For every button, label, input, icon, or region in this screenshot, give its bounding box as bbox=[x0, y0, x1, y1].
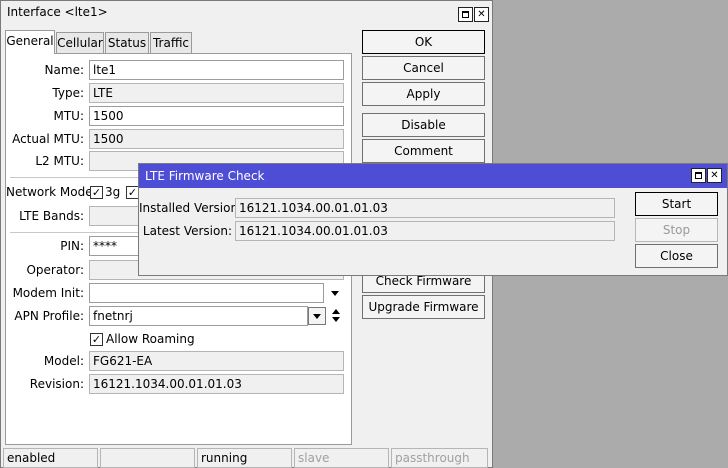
checkbox-check-icon: ✓ bbox=[127, 186, 138, 199]
operator-label: Operator: bbox=[26, 263, 84, 277]
allow-roaming-label: Allow Roaming bbox=[106, 332, 195, 346]
model-field: FG621-EA bbox=[89, 351, 344, 371]
dialog-title: LTE Firmware Check bbox=[145, 169, 265, 183]
checkbox-check-icon: ✓ bbox=[91, 333, 102, 346]
latest-version-field: 16121.1034.00.01.01.03 bbox=[235, 221, 615, 241]
network-mode-label: Network Mode: bbox=[6, 185, 97, 199]
installed-version-field: 16121.1034.00.01.01.03 bbox=[235, 198, 615, 218]
latest-version-label: Latest Version: bbox=[142, 224, 232, 238]
disable-button[interactable]: Disable bbox=[362, 113, 485, 137]
tab-cellular[interactable]: Cellular bbox=[56, 32, 104, 54]
apn-profile-select[interactable]: fnetnrj bbox=[89, 306, 308, 326]
apply-button[interactable]: Apply bbox=[362, 82, 485, 106]
interface-window-titlebar[interactable]: Interface <lte1> ✕ bbox=[1, 1, 492, 23]
tab-general[interactable]: General bbox=[5, 30, 55, 54]
status-slave: slave bbox=[294, 448, 389, 468]
stop-button[interactable]: Stop bbox=[635, 218, 718, 242]
restore-icon[interactable] bbox=[691, 168, 706, 183]
tab-status[interactable]: Status bbox=[105, 32, 149, 54]
name-input[interactable]: lte1 bbox=[89, 60, 344, 80]
name-label: Name: bbox=[44, 63, 84, 77]
tab-traffic[interactable]: Traffic bbox=[150, 32, 192, 54]
status-empty bbox=[100, 448, 195, 468]
lte-bands-label: LTE Bands: bbox=[19, 209, 84, 223]
close-button[interactable]: Close bbox=[635, 244, 718, 268]
status-enabled: enabled bbox=[3, 448, 98, 468]
type-label: Type: bbox=[52, 86, 84, 100]
revision-label: Revision: bbox=[29, 377, 84, 391]
close-icon[interactable]: ✕ bbox=[707, 168, 722, 183]
modem-init-input[interactable] bbox=[89, 283, 324, 303]
checkbox-check-icon: ✓ bbox=[91, 186, 102, 199]
apn-dropdown-button[interactable] bbox=[308, 307, 326, 325]
mtu-input[interactable]: 1500 bbox=[89, 106, 344, 126]
status-running: running bbox=[197, 448, 292, 468]
actual-mtu-field: 1500 bbox=[89, 129, 344, 149]
dialog-titlebar[interactable]: LTE Firmware Check ✕ bbox=[139, 164, 727, 188]
up-arrow-icon bbox=[332, 309, 340, 314]
window-title: Interface <lte1> bbox=[7, 5, 108, 19]
revision-field: 16121.1034.00.01.01.03 bbox=[89, 374, 344, 394]
installed-version-label: Installed Version: bbox=[139, 201, 243, 215]
allow-roaming-checkbox[interactable]: ✓ bbox=[90, 333, 103, 346]
start-button[interactable]: Start bbox=[635, 192, 718, 216]
actual-mtu-label: Actual MTU: bbox=[12, 132, 84, 146]
ok-button[interactable]: OK bbox=[362, 30, 485, 54]
firmware-check-dialog: LTE Firmware Check ✕ Installed Version: … bbox=[138, 163, 728, 276]
comment-button[interactable]: Comment bbox=[362, 139, 485, 163]
network-mode-3g-checkbox[interactable]: ✓ bbox=[90, 186, 103, 199]
restore-icon[interactable] bbox=[458, 7, 473, 22]
dropdown-arrow-icon bbox=[313, 314, 321, 319]
network-mode-3g-label: 3g bbox=[105, 185, 121, 199]
pin-label: PIN: bbox=[60, 239, 84, 253]
l2-mtu-label: L2 MTU: bbox=[35, 154, 84, 168]
model-label: Model: bbox=[43, 354, 84, 368]
mtu-label: MTU: bbox=[53, 109, 84, 123]
apn-profile-label: APN Profile: bbox=[14, 309, 84, 323]
modem-init-label: Modem Init: bbox=[12, 286, 84, 300]
type-field: LTE bbox=[89, 83, 344, 103]
cancel-button[interactable]: Cancel bbox=[362, 56, 485, 80]
status-passthrough: passthrough bbox=[391, 448, 488, 468]
dropdown-arrow-icon[interactable] bbox=[331, 291, 339, 296]
up-down-arrow-icon[interactable] bbox=[332, 308, 342, 324]
down-arrow-icon bbox=[332, 317, 340, 322]
close-icon[interactable]: ✕ bbox=[474, 7, 489, 22]
upgrade-firmware-button[interactable]: Upgrade Firmware bbox=[362, 295, 485, 319]
